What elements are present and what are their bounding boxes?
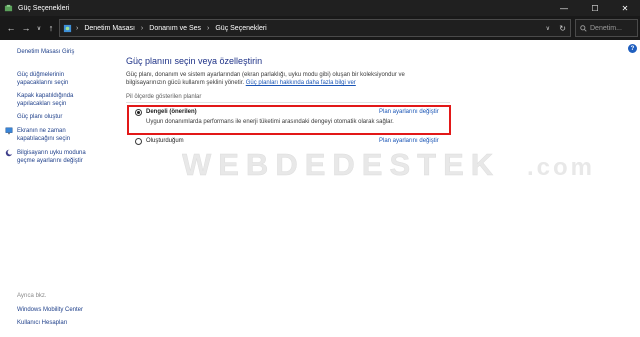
- power-plans-info-link[interactable]: Güç planları hakkında daha fazla bilgi v…: [246, 80, 356, 86]
- monitor-icon: [5, 127, 13, 135]
- title-bar: Güç Seçenekleri — ☐ ✕: [0, 0, 640, 16]
- sidebar-item-label: yapılacakları seçin: [17, 101, 67, 107]
- divider: [126, 102, 450, 103]
- moon-icon: [5, 149, 13, 157]
- breadcrumb-item-control-panel[interactable]: Denetim Masası: [84, 25, 135, 32]
- breadcrumb[interactable]: › Denetim Masası › Donanım ve Ses › Güç …: [59, 19, 571, 37]
- sidebar-item-label: Güç planı oluştur: [17, 114, 63, 120]
- chevron-down-icon[interactable]: ∨: [546, 25, 550, 32]
- sidebar-item-label: Kapak kapatıldığında: [17, 93, 74, 99]
- breadcrumb-separator: ›: [207, 24, 210, 32]
- watermark: WEBDEDESTEK .com: [182, 148, 595, 182]
- user-accounts-link[interactable]: Kullanıcı Hesapları: [17, 319, 67, 327]
- sidebar-item-label: yapacaklarını seçin: [17, 80, 69, 86]
- sidebar-item-label: Güç düğmelerinin: [17, 72, 65, 78]
- radio-dot: [137, 111, 140, 114]
- svg-text:.com: .com: [527, 154, 595, 181]
- description: Güç planı, donanım ve sistem ayarlarında…: [126, 71, 456, 87]
- back-button[interactable]: ←: [5, 21, 17, 35]
- plan-radio-balanced[interactable]: [135, 109, 142, 116]
- minimize-button[interactable]: —: [549, 0, 579, 16]
- sidebar-item-create-plan[interactable]: Güç planı oluştur: [17, 113, 62, 121]
- search-input[interactable]: Denetim...: [590, 25, 622, 32]
- change-plan-settings-link[interactable]: Plan ayarlarını değiştir: [379, 109, 439, 115]
- search-box[interactable]: Denetim...: [575, 19, 638, 37]
- window-title: Güç Seçenekleri: [18, 4, 70, 12]
- sidebar-item-label: geçme ayarlarını değiştir: [17, 158, 83, 164]
- breadcrumb-separator: ›: [76, 24, 79, 32]
- breadcrumb-separator: ›: [140, 24, 144, 32]
- up-button[interactable]: ↑: [45, 21, 57, 35]
- address-bar: ← → ∨ ↑ › Denetim Masası › Donanım ve Se…: [0, 16, 640, 40]
- breadcrumb-item-power-options[interactable]: Güç Seçenekleri: [215, 25, 266, 32]
- refresh-icon[interactable]: ↻: [559, 24, 566, 33]
- plan-name-balanced[interactable]: Dengeli (önerilen): [146, 109, 197, 115]
- close-button[interactable]: ✕: [610, 0, 640, 16]
- sidebar-item-label: kapatılacağını seçin: [17, 136, 71, 142]
- main-content: Güç planını seçin veya özelleştirin Güç …: [118, 40, 640, 337]
- recent-dropdown-button[interactable]: ∨: [33, 21, 45, 35]
- sidebar-item-power-buttons[interactable]: Güç düğmelerinin yapacaklarını seçin: [17, 71, 68, 87]
- control-panel-icon: [63, 24, 72, 32]
- sidebar-item-display-off[interactable]: Ekranın ne zaman kapatılacağını seçin: [17, 127, 70, 143]
- sidebar-item-label: Bilgisayarın uyku moduna: [17, 150, 86, 156]
- sidebar: Denetim Masası Giriş Güç düğmelerinin ya…: [0, 40, 118, 337]
- power-options-icon: [4, 4, 13, 11]
- windows-mobility-center-link[interactable]: Windows Mobility Center: [17, 306, 83, 314]
- sidebar-item-label: Ekranın ne zaman: [17, 128, 66, 134]
- forward-button[interactable]: →: [20, 21, 32, 35]
- description-line: bilgisayarınızın gücü kullanım şeklini y…: [126, 80, 245, 86]
- section-label: Pil ölçerde gösterilen planlar: [126, 94, 202, 100]
- page-title: Güç planını seçin veya özelleştirin: [126, 56, 263, 66]
- plan-description: Uygun donanımlarda performans ile enerji…: [146, 119, 394, 125]
- sidebar-item-lid-close[interactable]: Kapak kapatıldığında yapılacakları seçin: [17, 92, 73, 108]
- sidebar-item-sleep-settings[interactable]: Bilgisayarın uyku moduna geçme ayarların…: [17, 149, 86, 165]
- search-icon: [580, 24, 587, 32]
- change-plan-settings-link[interactable]: Plan ayarlarını değiştir: [379, 138, 439, 144]
- plan-name-custom[interactable]: Oluşturduğum: [146, 138, 184, 144]
- description-line: Güç planı, donanım ve sistem ayarlarında…: [126, 72, 405, 78]
- breadcrumb-item-hardware-sound[interactable]: Donanım ve Ses: [149, 25, 201, 32]
- sidebar-home-link[interactable]: Denetim Masası Giriş: [17, 48, 74, 56]
- svg-text:WEBDEDESTEK: WEBDEDESTEK: [182, 148, 500, 182]
- see-also-label: Ayrıca bkz.: [17, 293, 47, 299]
- plan-radio-custom[interactable]: [135, 138, 142, 145]
- maximize-button[interactable]: ☐: [580, 0, 610, 16]
